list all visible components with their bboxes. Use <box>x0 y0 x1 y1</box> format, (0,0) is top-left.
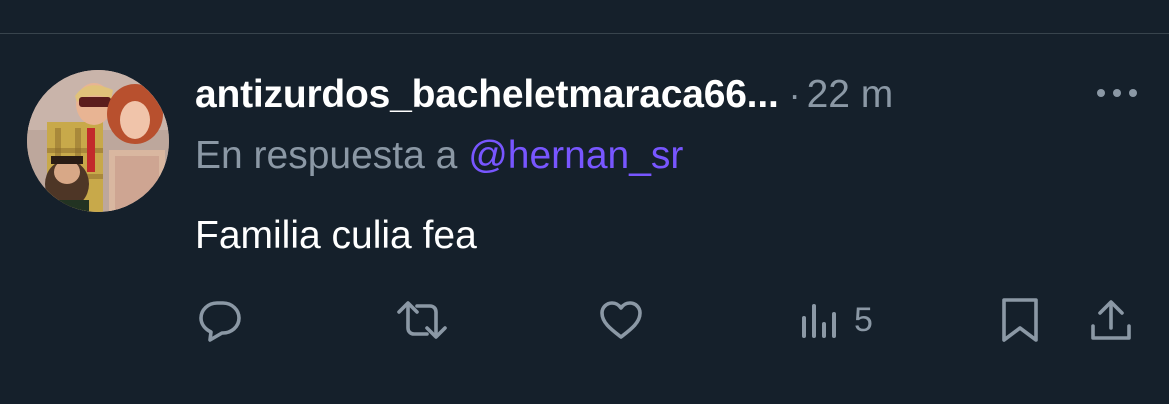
share-upload-icon <box>1091 300 1131 340</box>
views-button[interactable]: 5 <box>800 296 873 344</box>
reply-mention-link[interactable]: @hernan_sr <box>468 134 683 177</box>
reply-prefix: En respuesta a <box>195 134 458 177</box>
comment-bubble-icon <box>199 301 241 342</box>
avatar-photo <box>27 70 169 212</box>
retweet-button[interactable] <box>395 296 449 344</box>
bookmark-icon <box>1002 298 1038 342</box>
username[interactable]: antizurdos_bacheletmaraca66... <box>195 73 779 117</box>
bookmark-button[interactable] <box>998 296 1042 344</box>
tweet-text: Familia culia fea <box>195 214 477 257</box>
timestamp[interactable]: 22 m <box>807 73 894 117</box>
reply-button[interactable] <box>196 296 244 344</box>
separator-dot: · <box>788 74 801 115</box>
retweet-icon <box>397 301 447 339</box>
avatar[interactable] <box>27 70 169 212</box>
top-divider <box>0 33 1169 34</box>
tweet-header: antizurdos_bacheletmaraca66... · 22 m <box>195 68 893 122</box>
more-options-icon[interactable] <box>1094 80 1140 106</box>
reply-context: En respuesta a @hernan_sr <box>195 134 683 178</box>
share-button[interactable] <box>1088 296 1134 344</box>
like-button[interactable] <box>597 296 645 344</box>
bar-chart-icon <box>802 304 836 338</box>
views-count: 5 <box>854 300 873 339</box>
heart-icon <box>600 301 642 339</box>
